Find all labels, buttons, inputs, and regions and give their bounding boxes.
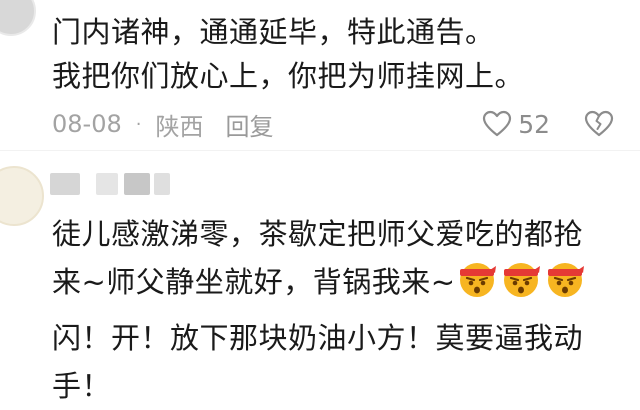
like-count: 52	[518, 109, 550, 139]
comment-date: 08-08	[52, 110, 122, 138]
comment-text-line: 我把你们放心上，你把为师挂网上。	[52, 59, 525, 93]
comment-text-line: 手！	[52, 369, 112, 403]
comment-actions: 52	[482, 106, 614, 142]
comment-text-line: 闪！开！放下那块奶油小方！莫要逼我动	[52, 321, 584, 355]
avatar[interactable]	[0, 0, 36, 36]
reply-button[interactable]: 回复	[225, 107, 273, 142]
comment-text-line: 来~师父静坐就好，背锅我来~	[52, 258, 622, 314]
heart-icon	[483, 110, 512, 137]
angry-headband-emoji	[459, 263, 496, 297]
redacted-block	[50, 173, 80, 195]
comment-text-fragment: 来~师父静坐就好，背锅我来~	[52, 265, 456, 299]
like-button[interactable]: 52	[482, 110, 584, 139]
redacted-block	[96, 173, 118, 195]
comment-location: 陕西	[155, 112, 204, 141]
dislike-button[interactable]	[584, 110, 614, 138]
comment-body: 徒儿感激涕零，茶歇定把师父爱吃的都抢 来~师父静坐就好，背锅我来~ 闪！开！放下…	[52, 210, 622, 410]
comment-body: 门内诸神，通通延毕，特此通告。 我把你们放心上，你把为师挂网上。	[52, 10, 622, 98]
meta-separator: ·	[135, 113, 142, 135]
avatar[interactable]	[0, 166, 44, 226]
comment-text-line: 门内诸神，通通延毕，特此通告。	[52, 15, 495, 49]
redacted-block	[154, 173, 170, 195]
comment-meta: 08-08 · 陕西 回复 52	[52, 106, 622, 142]
comment-text-line: 徒儿感激涕零，茶歇定把师父爱吃的都抢	[52, 217, 584, 251]
angry-headband-emoji	[547, 263, 584, 297]
redacted-block	[124, 173, 150, 195]
comment-thread: 门内诸神，通通延毕，特此通告。 我把你们放心上，你把为师挂网上。 08-08 ·…	[0, 0, 640, 403]
divider	[0, 150, 640, 151]
broken-heart-icon	[584, 110, 614, 137]
angry-headband-emoji	[503, 263, 540, 297]
emoji-group	[456, 258, 588, 314]
username-redacted	[50, 170, 170, 198]
